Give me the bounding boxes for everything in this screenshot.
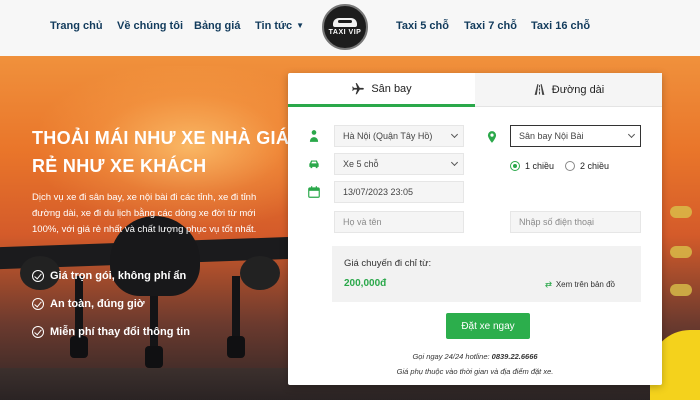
nav-taxi-7[interactable]: Taxi 7 chỗ: [464, 20, 517, 32]
nav-taxi-16[interactable]: Taxi 16 chỗ: [531, 20, 590, 32]
location-pin-icon: [487, 131, 497, 143]
radio-indicator: [565, 161, 575, 171]
tab-long-distance[interactable]: Đường dài: [475, 73, 662, 107]
nav-pricing[interactable]: Bảng giá: [194, 20, 240, 32]
tab-airport-label: Sân bay: [371, 82, 412, 95]
price-value: 200,000đ: [344, 278, 387, 289]
book-now-button[interactable]: Đặt xe ngay: [446, 313, 530, 339]
radio-indicator: [510, 161, 520, 171]
check-circle-icon: [32, 298, 44, 310]
check-circle-icon: [32, 270, 44, 282]
nav-news[interactable]: Tin tức ▼: [255, 20, 304, 32]
phone-input[interactable]: Nhập số điện thoại: [510, 211, 641, 233]
feature-item: Giá trọn gói, không phí ẩn: [32, 262, 190, 290]
check-circle-icon: [32, 326, 44, 338]
hotline-label: Gọi ngay 24/24 hotline:: [412, 352, 490, 361]
name-input[interactable]: Họ và tên: [334, 211, 464, 233]
top-navbar: Trang chủ Về chúng tôi Bảng giá Tin tức ▼…: [0, 0, 700, 56]
feature-item: An toàn, đúng giờ: [32, 290, 190, 318]
radio-round-trip-label: 2 chiều: [580, 161, 610, 171]
feature-text: An toàn, đúng giờ: [50, 298, 145, 310]
view-map-label: Xem trên bản đồ: [555, 280, 615, 289]
phone-placeholder: Nhập số điện thoại: [519, 217, 595, 227]
logo-text: TAXI VIP: [328, 29, 362, 36]
chevron-down-icon: [450, 158, 459, 167]
price-box: Giá chuyến đi chỉ từ: 200,000đ Xem trên …: [332, 246, 641, 302]
calendar-icon: [308, 186, 320, 198]
nav-about[interactable]: Về chúng tôi: [117, 20, 183, 32]
radio-one-way[interactable]: 1 chiều: [510, 161, 554, 171]
booking-form: Sân bay Đường dài Hà Nội (Quận Tây Hồ) S…: [288, 73, 662, 385]
view-map-link[interactable]: Xem trên bản đồ: [544, 280, 615, 289]
booking-tabs: Sân bay Đường dài: [288, 73, 662, 107]
datetime-value: 13/07/2023 23:05: [343, 187, 414, 197]
car-type-select[interactable]: Xe 5 chỗ: [334, 153, 464, 175]
pricing-note: Giá phụ thuộc vào thời gian và địa điểm …: [396, 367, 554, 376]
radio-round-trip[interactable]: 2 chiều: [565, 161, 609, 171]
tab-long-distance-label: Đường dài: [551, 83, 605, 96]
feature-text: Miễn phí thay đổi thông tin: [50, 326, 190, 338]
radio-one-way-label: 1 chiều: [525, 161, 555, 171]
price-label: Giá chuyến đi chỉ từ:: [344, 258, 432, 269]
pickup-value: Hà Nội (Quận Tây Hồ): [343, 131, 433, 141]
nav-taxi-5[interactable]: Taxi 5 chỗ: [396, 20, 449, 32]
hero-title: THOẢI MÁI NHƯ XE NHÀ GIÁ RẺ NHƯ XE KHÁCH: [32, 128, 290, 176]
feature-text: Giá trọn gói, không phí ẩn: [50, 270, 187, 282]
car-type-value: Xe 5 chỗ: [343, 159, 379, 169]
datetime-field[interactable]: 13/07/2023 23:05: [334, 181, 464, 203]
destination-select[interactable]: Sân bay Nội Bài: [510, 125, 641, 147]
car-icon: [309, 160, 319, 169]
hotline-number[interactable]: 0839.22.6666: [492, 352, 538, 361]
hotline-text: Gọi ngay 24/24 hotline: 0839.22.6666: [288, 352, 662, 361]
chevron-down-icon: [627, 130, 636, 139]
swap-arrows-icon: [544, 281, 552, 288]
chevron-down-icon: [450, 130, 459, 139]
airplane-icon: [352, 82, 365, 94]
tab-airport[interactable]: Sân bay: [288, 73, 475, 107]
name-placeholder: Họ và tên: [343, 217, 382, 227]
car-icon: [333, 18, 357, 27]
road-icon: [534, 84, 545, 95]
feature-item: Miễn phí thay đổi thông tin: [32, 318, 190, 346]
feature-list: Giá trọn gói, không phí ẩn An toàn, đúng…: [32, 262, 190, 346]
hero-description: Dịch vụ xe đi sân bay, xe nội bài đi các…: [32, 192, 257, 235]
nav-home[interactable]: Trang chủ: [50, 20, 103, 32]
chevron-down-icon: ▼: [296, 21, 305, 30]
taxi-vip-logo[interactable]: TAXI VIP: [322, 4, 368, 50]
person-pin-icon: [309, 130, 319, 142]
nav-news-label: Tin tức: [255, 20, 293, 32]
pickup-select[interactable]: Hà Nội (Quận Tây Hồ): [334, 125, 464, 147]
destination-value: Sân bay Nội Bài: [519, 131, 584, 141]
